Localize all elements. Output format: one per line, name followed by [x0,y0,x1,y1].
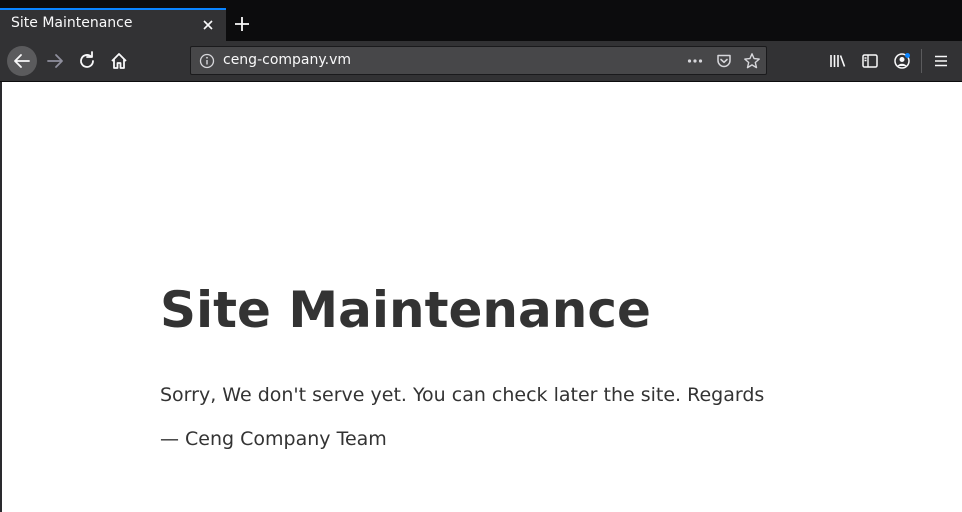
pocket-icon[interactable] [715,52,733,70]
forward-button[interactable] [40,46,70,76]
reload-icon [80,51,94,68]
home-button[interactable] [104,46,134,76]
account-icon[interactable] [892,51,912,71]
arrow-right-icon [47,54,63,68]
more-actions-icon[interactable] [686,52,704,70]
tab-site-maintenance[interactable]: Site Maintenance [0,8,226,41]
library-icon[interactable] [828,51,848,71]
home-icon [111,53,127,69]
browser-window: Site Maintenance ceng-company.vm Site Ma… [0,0,962,512]
navigation-toolbar: ceng-company.vm [0,41,962,82]
bookmark-star-icon[interactable] [743,52,761,70]
close-tab-icon[interactable] [200,17,216,33]
back-button[interactable] [7,46,37,76]
url-bar[interactable]: ceng-company.vm [190,46,767,75]
arrow-left-icon [14,54,30,68]
url-text[interactable]: ceng-company.vm [223,52,351,68]
sidebar-icon[interactable] [860,51,880,71]
signature: — Ceng Company Team [160,428,387,450]
tab-strip: Site Maintenance [0,0,962,41]
tab-title: Site Maintenance [11,15,133,31]
reload-button[interactable] [72,46,102,76]
page-title: Site Maintenance [160,281,651,339]
new-tab-icon[interactable] [232,14,252,34]
hamburger-menu-icon[interactable] [931,51,951,71]
page-content: Site Maintenance Sorry, We don't serve y… [0,82,962,512]
toolbar-separator [921,49,922,73]
info-icon[interactable] [198,52,216,70]
maintenance-message: Sorry, We don't serve yet. You can check… [160,384,765,406]
